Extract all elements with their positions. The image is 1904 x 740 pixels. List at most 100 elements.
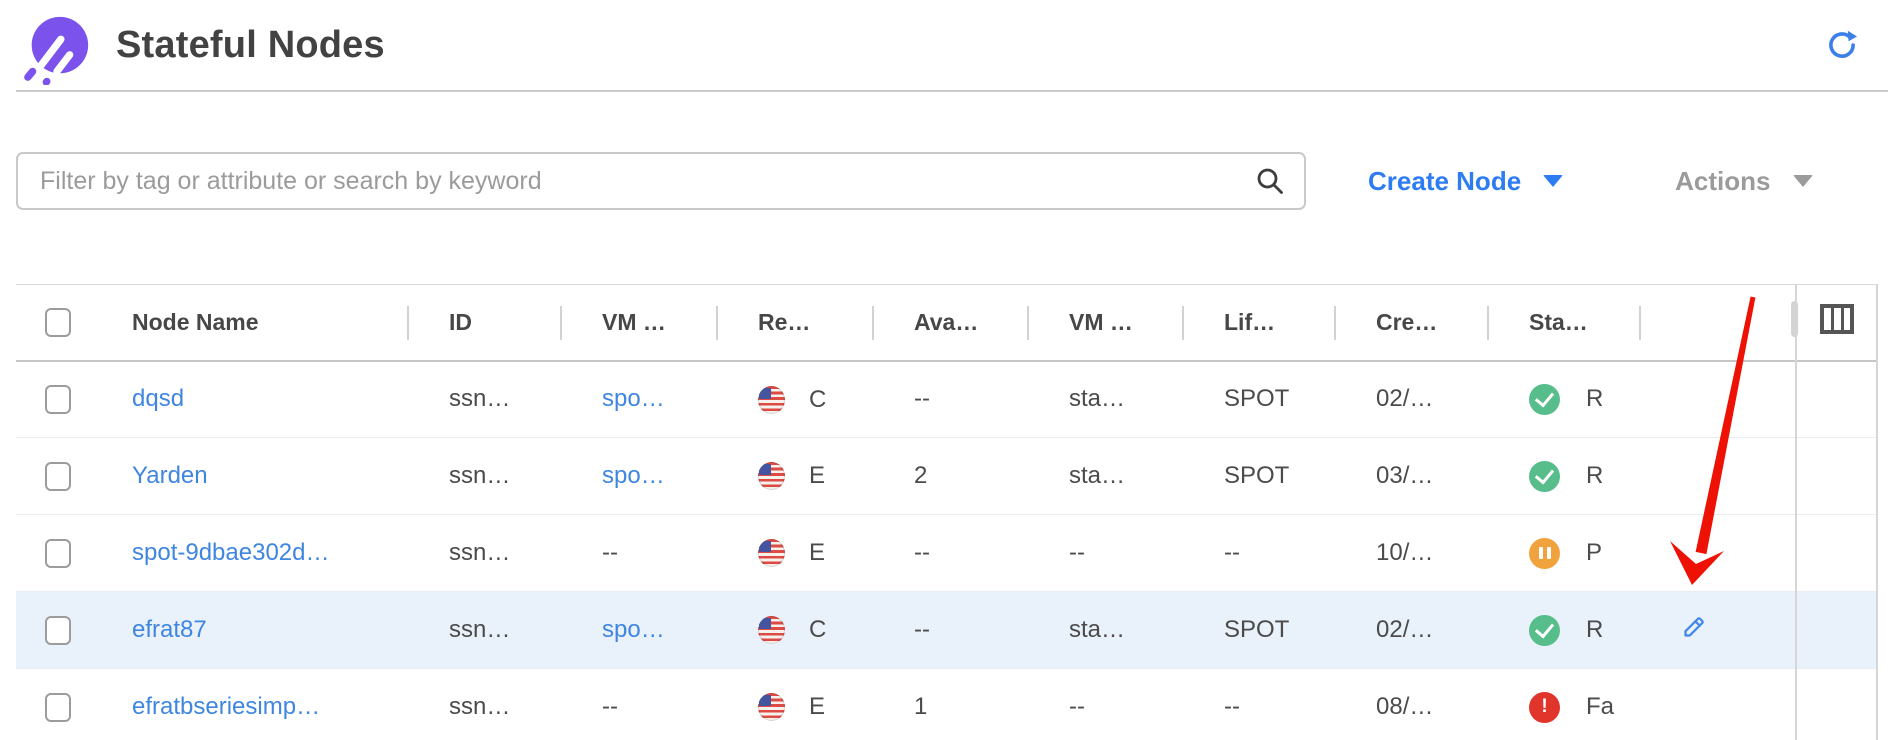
us-flag-icon bbox=[758, 462, 785, 490]
create-node-button[interactable]: Create Node bbox=[1368, 166, 1563, 197]
node-name-link[interactable]: dqsd bbox=[132, 385, 184, 412]
column-header-lif: Lif… bbox=[1182, 285, 1334, 361]
vm-name-cell: -- bbox=[1027, 515, 1182, 592]
availability-zone-cell: -- bbox=[872, 515, 1027, 592]
toolbar: Create Node Actions bbox=[16, 152, 1888, 210]
status-label: R bbox=[1586, 385, 1603, 413]
availability-zone-cell: -- bbox=[872, 592, 1027, 669]
vm-cell: spo… bbox=[560, 592, 716, 669]
row-checkbox[interactable] bbox=[45, 616, 71, 645]
node-id-cell: ssn… bbox=[407, 438, 560, 515]
chevron-down-icon bbox=[1793, 175, 1813, 187]
edit-node-button[interactable] bbox=[1681, 613, 1708, 640]
table-row[interactable]: dqsdssn…spo…C--sta…SPOT02/…R bbox=[16, 361, 1877, 438]
actions-button[interactable]: Actions bbox=[1675, 166, 1812, 197]
node-name-link[interactable]: efrat87 bbox=[132, 616, 207, 643]
vm-name-cell: sta… bbox=[1027, 592, 1182, 669]
row-checkbox[interactable] bbox=[45, 385, 71, 414]
vm-link[interactable]: spo… bbox=[602, 616, 665, 643]
select-all-checkbox[interactable] bbox=[45, 308, 71, 337]
actions-label: Actions bbox=[1675, 166, 1770, 197]
us-flag-icon bbox=[758, 616, 785, 644]
lifecycle-cell: SPOT bbox=[1182, 361, 1334, 438]
row-select-cell bbox=[16, 438, 100, 515]
column-header-cre: Cre… bbox=[1334, 285, 1487, 361]
node-name-cell: Yarden bbox=[100, 438, 407, 515]
node-name-cell: dqsd bbox=[100, 361, 407, 438]
row-spacer-cell bbox=[1796, 592, 1877, 669]
column-header-vm: VM … bbox=[560, 285, 716, 361]
vm-link[interactable]: spo… bbox=[602, 385, 665, 412]
column-header-ava: Ava… bbox=[872, 285, 1027, 361]
vm-name-cell: sta… bbox=[1027, 361, 1182, 438]
lifecycle-cell: SPOT bbox=[1182, 592, 1334, 669]
lifecycle-cell: -- bbox=[1182, 515, 1334, 592]
select-all-cell bbox=[16, 285, 100, 361]
node-name-cell: spot-9dbae302d… bbox=[100, 515, 407, 592]
search-icon bbox=[1254, 165, 1286, 197]
row-checkbox[interactable] bbox=[45, 539, 71, 568]
us-flag-icon bbox=[758, 539, 785, 567]
table-row[interactable]: efrat87 ssn… spo… C--sta…SPOT02/…R bbox=[16, 592, 1877, 669]
node-id-cell: ssn… bbox=[407, 592, 560, 669]
status-label: P bbox=[1586, 539, 1602, 567]
stateful-nodes-page: Stateful Nodes Create Node Actions bbox=[0, 0, 1904, 740]
filter-input[interactable] bbox=[18, 167, 1254, 196]
vm-cell: spo… bbox=[560, 361, 716, 438]
vm-cell: -- bbox=[560, 669, 716, 740]
row-actions-cell bbox=[1639, 438, 1796, 515]
region-cell: E bbox=[716, 438, 872, 515]
vm-name-cell: sta… bbox=[1027, 438, 1182, 515]
table-body: dqsdssn…spo…C--sta…SPOT02/…RYardenssn…sp… bbox=[16, 361, 1877, 740]
status-running-icon bbox=[1529, 461, 1560, 492]
row-checkbox[interactable] bbox=[45, 462, 71, 491]
status-cell: R bbox=[1487, 592, 1639, 669]
column-picker-cell bbox=[1796, 285, 1877, 361]
lifecycle-cell: SPOT bbox=[1182, 438, 1334, 515]
row-select-cell bbox=[16, 592, 100, 669]
table-row[interactable]: Yardenssn…spo…E2sta…SPOT03/…R bbox=[16, 438, 1877, 515]
table-row[interactable]: spot-9dbae302d…ssn…--E------10/…P bbox=[16, 515, 1877, 592]
row-checkbox[interactable] bbox=[45, 693, 71, 722]
node-id-cell: ssn… bbox=[407, 669, 560, 740]
chevron-down-icon bbox=[1543, 175, 1563, 187]
created-cell: 10/… bbox=[1334, 515, 1487, 592]
lifecycle-cell: -- bbox=[1182, 669, 1334, 740]
row-select-cell bbox=[16, 669, 100, 740]
refresh-button[interactable] bbox=[1824, 27, 1860, 63]
scrollbar-thumb[interactable] bbox=[1791, 301, 1798, 337]
status-cell: R bbox=[1487, 438, 1639, 515]
node-name-link[interactable]: Yarden bbox=[132, 462, 208, 489]
node-name-link[interactable]: spot-9dbae302d… bbox=[132, 539, 329, 566]
row-select-cell bbox=[16, 515, 100, 592]
refresh-icon bbox=[1824, 27, 1860, 63]
status-label: R bbox=[1586, 462, 1603, 490]
table-row[interactable]: efratbseriesimp…ssn…--E1----08/…!Fa bbox=[16, 669, 1877, 740]
vm-name-cell: -- bbox=[1027, 669, 1182, 740]
vm-cell: spo… bbox=[560, 438, 716, 515]
node-name-link[interactable]: efratbseriesimp… bbox=[132, 693, 320, 720]
status-failed-icon: ! bbox=[1529, 692, 1560, 723]
filter-box bbox=[16, 152, 1306, 210]
row-actions-cell bbox=[1639, 515, 1796, 592]
status-cell: P bbox=[1487, 515, 1639, 592]
pencil-icon bbox=[1681, 613, 1708, 640]
column-picker-button[interactable] bbox=[1819, 303, 1855, 335]
node-id-cell: ssn… bbox=[407, 515, 560, 592]
region-cell: C bbox=[716, 361, 872, 438]
vm-link[interactable]: spo… bbox=[602, 462, 665, 489]
status-cell: R bbox=[1487, 361, 1639, 438]
vm-cell: -- bbox=[560, 515, 716, 592]
node-id-cell: ssn… bbox=[407, 361, 560, 438]
column-header-nodename: Node Name bbox=[100, 285, 407, 361]
region-cell: E bbox=[716, 515, 872, 592]
status-paused-icon bbox=[1529, 538, 1560, 569]
us-flag-icon bbox=[758, 386, 785, 414]
columns-icon bbox=[1819, 303, 1855, 335]
created-cell: 02/… bbox=[1334, 592, 1487, 669]
spot-logo-icon bbox=[20, 11, 94, 85]
row-actions-cell bbox=[1639, 361, 1796, 438]
column-header-sta: Sta… bbox=[1487, 285, 1639, 361]
created-cell: 03/… bbox=[1334, 438, 1487, 515]
region-cell: C bbox=[716, 592, 872, 669]
